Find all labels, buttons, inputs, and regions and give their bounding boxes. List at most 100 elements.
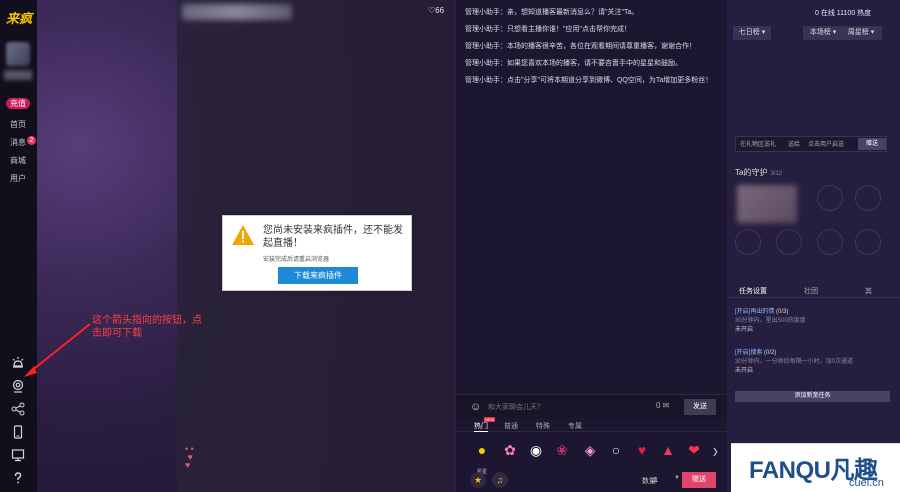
- chat-message: 管理小助手：亲，想知道播客最新消息么？请"关注"Ta。: [465, 9, 639, 16]
- task-desc: 30分钟内，一分钟后每隔一小时，加0次通道: [735, 359, 854, 365]
- nav-tools: [6, 352, 32, 490]
- chevron-down-icon[interactable]: ▼: [674, 475, 680, 481]
- annotation-text: 这个箭头指向的按钮，点击即可下载: [92, 315, 202, 339]
- tab-special[interactable]: 特殊: [536, 421, 550, 431]
- logo[interactable]: 来疯: [4, 8, 34, 30]
- gift-heart-icon[interactable]: ❤: [682, 438, 706, 464]
- task-status: 未开启: [735, 327, 754, 333]
- chat-message: 管理小助手：点击"分享"可将本期道分享到微博、QQ空间，为Ta增加更多粉丝！: [465, 77, 713, 84]
- star-icon[interactable]: ★: [470, 472, 486, 488]
- gift-rose-icon[interactable]: ❀: [550, 438, 574, 464]
- gift-lips-icon[interactable]: ♥: [630, 438, 654, 464]
- nav-item-home[interactable]: 首页: [10, 118, 37, 136]
- tab-task-settings[interactable]: 任务设置: [739, 286, 767, 296]
- tab-other[interactable]: 其: [865, 286, 872, 296]
- gift-perfume-icon[interactable]: ◈: [578, 438, 602, 464]
- emoji-icon[interactable]: ☺: [470, 401, 481, 413]
- task-head: [开启]搜索 (0/2): [735, 349, 895, 358]
- rank-tab-label: 本场榜: [809, 29, 831, 36]
- task-head: [开启]再出的情 (0/3): [735, 308, 895, 317]
- char-counter: 0: [656, 401, 661, 410]
- guard-count: 3/12: [770, 171, 783, 177]
- task-title: [开启]再出的情: [735, 309, 775, 315]
- gift-star-icon[interactable]: ● 星星: [470, 438, 494, 475]
- video-area: ♡66 您尚未安装来疯插件，还不能发起直播！ 安装完成后请重启浏览器 下载来疯插…: [37, 0, 455, 492]
- dialog-message: 您尚未安装来疯插件，还不能发起直播！: [263, 225, 403, 249]
- chat-panel: 管理小助手：亲，想知道播客最新消息么？请"关注"Ta。 管理小助手：只想看主播你…: [455, 0, 728, 492]
- guard-slot[interactable]: [855, 185, 881, 211]
- chat-input-row: ☺ 0 ✉ 发送: [456, 394, 728, 418]
- tab-club[interactable]: 社团: [804, 286, 818, 296]
- likes-count: ♡66: [428, 6, 445, 15]
- username-blurred: [4, 70, 32, 80]
- task-desc: 30分钟内，星出500热度度: [735, 318, 806, 324]
- rank-tab-label: 七日榜: [738, 29, 760, 36]
- chat-message: 管理小助手：本场的播客很辛苦，各位在观看期间请尊重播客，谢谢合作！: [465, 43, 696, 50]
- plugin-install-dialog: 您尚未安装来疯插件，还不能发起直播！ 安装完成后请重启浏览器 下载来疯插件: [222, 215, 412, 291]
- gift-panda-icon[interactable]: ◉: [524, 438, 548, 464]
- task-count: (0/2): [764, 350, 777, 356]
- guard-slot[interactable]: [776, 229, 802, 255]
- download-plugin-button[interactable]: 下载来疯插件: [278, 267, 358, 284]
- task-item[interactable]: [开启]搜索 (0/2) 30分钟内，一分钟后每隔一小时，加0次通道 未开启: [735, 349, 895, 376]
- nav-item-messages[interactable]: 消息 2: [10, 136, 37, 154]
- tab-normal[interactable]: 普通: [504, 421, 518, 431]
- avatar[interactable]: [6, 42, 30, 66]
- add-task-button[interactable]: 添加新宽任务: [735, 391, 890, 402]
- send-button[interactable]: 发送: [684, 399, 716, 415]
- music-icon[interactable]: ♫: [492, 472, 508, 488]
- nav-list: 首页 消息 2 商城 用户: [10, 118, 37, 190]
- guard-input-segment: 送给: [788, 142, 801, 148]
- guard-slot[interactable]: [735, 229, 761, 255]
- mobile-icon[interactable]: [6, 421, 30, 444]
- gift-ring-icon[interactable]: ○: [604, 438, 628, 464]
- help-icon[interactable]: [6, 467, 30, 490]
- guard-avatars-blurred: [737, 185, 797, 223]
- task-title: [开启]搜索: [735, 350, 763, 356]
- chat-message: 管理小助手：只想看主播你谁！"应用"点击帮你完成！: [465, 26, 631, 33]
- chat-messages: 管理小助手：亲，想知道播客最新消息么？请"关注"Ta。 管理小助手：只想看主播你…: [465, 6, 723, 91]
- chevron-right-icon[interactable]: ❯: [712, 447, 719, 456]
- rank-tab-weekly[interactable]: 七日榜 ▾: [733, 26, 771, 40]
- app-root: 来疯 充值 首页 消息 2 商城 用户 ♡66 您尚未安装来疯插件，还不能发起直…: [0, 0, 900, 492]
- gift-candy-icon[interactable]: ✿: [498, 438, 522, 464]
- tab-exclusive[interactable]: 专属: [568, 421, 582, 431]
- left-nav: 来疯 充值 首页 消息 2 商城 用户: [0, 0, 37, 492]
- gift-mushroom-icon[interactable]: ▲: [656, 438, 680, 464]
- new-badge: NEW: [484, 417, 496, 422]
- share-icon[interactable]: [6, 398, 30, 421]
- nav-item-label: 用户: [10, 174, 26, 183]
- lamp-icon[interactable]: [6, 352, 30, 375]
- monitor-icon[interactable]: [6, 444, 30, 467]
- task-status: 未开启: [735, 368, 754, 374]
- chat-input[interactable]: [484, 399, 674, 415]
- guard-slot[interactable]: [817, 229, 843, 255]
- rank-tab-star[interactable]: 周星榜 ▾: [840, 26, 882, 40]
- dialog-subtext: 安装完成后请重启浏览器: [263, 257, 330, 263]
- right-panel: 0 在线 11100 热度 七日榜 ▾ 本场榜 ▾ 周星榜 ▾ 在礼物区送礼 送…: [727, 0, 900, 492]
- tab-hot[interactable]: 热门: [474, 421, 488, 432]
- webcam-icon[interactable]: [6, 375, 30, 398]
- gift-list: ● 星星 ✿ ◉ ❀ ◈ ○ ♥ ▲ ❤: [470, 438, 720, 475]
- task-item[interactable]: [开启]再出的情 (0/3) 30分钟内，星出500热度度 未开启: [735, 308, 895, 335]
- floating-hearts-icon: • • ♥ ♥: [185, 444, 194, 470]
- nav-item-label: 首页: [10, 120, 26, 129]
- nav-item-user[interactable]: 用户: [10, 172, 37, 190]
- guard-slot[interactable]: [817, 185, 843, 211]
- chat-message: 管理小助手：如果您喜欢本场的播客，请不要吝啬手中的星星和鼓励。: [465, 60, 682, 67]
- nav-item-mall[interactable]: 商城: [10, 154, 37, 172]
- gift-send-button[interactable]: 赠送: [682, 472, 716, 488]
- guard-send-button[interactable]: 赠送: [858, 138, 886, 150]
- guard-section-title: Ta的守护 3/12: [735, 167, 782, 178]
- room-stats: 0 在线 11100 热度: [815, 10, 872, 17]
- guard-input-segment: 点击用户启送: [808, 142, 845, 148]
- gift-tabs: 热门 NEW 普通 特殊 专属: [456, 417, 728, 432]
- guard-slot[interactable]: [855, 229, 881, 255]
- guard-input-segment: 在礼物区送礼: [740, 142, 777, 148]
- guard-gift-input[interactable]: 在礼物区送礼 送给 点击用户启送 赠送: [735, 136, 887, 152]
- recharge-button[interactable]: 充值: [6, 98, 30, 109]
- host-name-blurred: [182, 4, 292, 20]
- rank-tab-session[interactable]: 本场榜 ▾: [803, 26, 843, 40]
- site-watermark: FANQU凡趣 cuel.cn: [731, 443, 900, 492]
- gift-send-row: ★ ♫ 数量 ▼ 赠送: [456, 468, 728, 492]
